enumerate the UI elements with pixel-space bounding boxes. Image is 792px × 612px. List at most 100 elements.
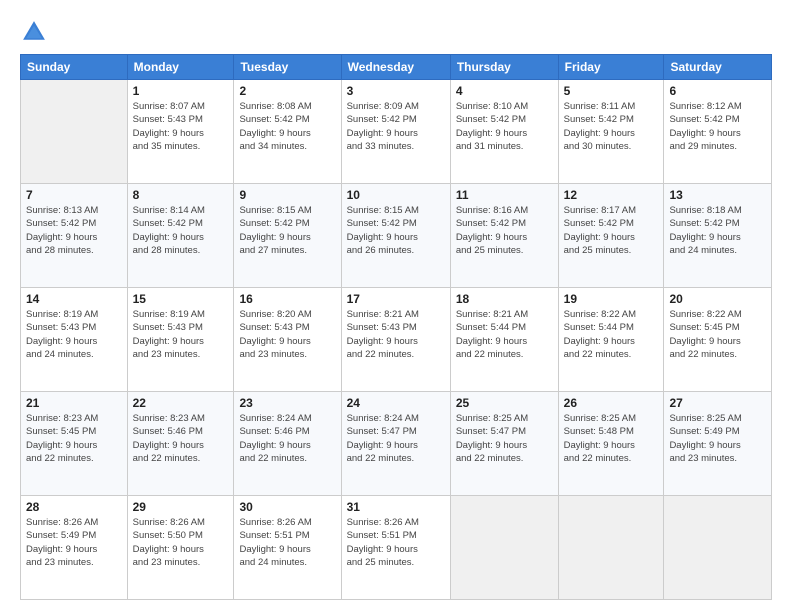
page: SundayMondayTuesdayWednesdayThursdayFrid… [0,0,792,612]
cell-info: Sunrise: 8:21 AM Sunset: 5:43 PM Dayligh… [347,308,445,361]
day-number: 15 [133,292,229,306]
calendar-cell: 29 Sunrise: 8:26 AM Sunset: 5:50 PM Dayli… [127,496,234,600]
calendar-cell [558,496,664,600]
calendar-week-row: 1Sunrise: 8:07 AM Sunset: 5:43 PM Daylig… [21,80,772,184]
cell-info: Sunrise: 8:25 AM Sunset: 5:48 PM Dayligh… [564,412,659,465]
day-number: 26 [564,396,659,410]
calendar-week-row: 21 Sunrise: 8:23 AM Sunset: 5:45 PM Dayli… [21,392,772,496]
calendar-cell: 9 Sunrise: 8:15 AM Sunset: 5:42 PM Daylig… [234,184,341,288]
day-number: 24 [347,396,445,410]
cell-info: Sunrise: 8:23 AM Sunset: 5:45 PM Dayligh… [26,412,122,465]
calendar-cell [664,496,772,600]
calendar-cell: 3 Sunrise: 8:09 AM Sunset: 5:42 PM Daylig… [341,80,450,184]
calendar-cell: 13 Sunrise: 8:18 AM Sunset: 5:42 PM Dayli… [664,184,772,288]
calendar-cell: 2 Sunrise: 8:08 AM Sunset: 5:42 PM Daylig… [234,80,341,184]
calendar-cell [450,496,558,600]
day-number: 25 [456,396,553,410]
calendar-cell: 11 Sunrise: 8:16 AM Sunset: 5:42 PM Dayli… [450,184,558,288]
day-number: 9 [239,188,335,202]
cell-info: Sunrise: 8:23 AM Sunset: 5:46 PM Dayligh… [133,412,229,465]
calendar-week-row: 14 Sunrise: 8:19 AM Sunset: 5:43 PM Dayli… [21,288,772,392]
cell-info: Sunrise: 8:26 AM Sunset: 5:51 PM Dayligh… [347,516,445,569]
cell-info: Sunrise: 8:22 AM Sunset: 5:45 PM Dayligh… [669,308,766,361]
day-number: 22 [133,396,229,410]
cell-info: Sunrise: 8:19 AM Sunset: 5:43 PM Dayligh… [26,308,122,361]
day-number: 3 [347,84,445,98]
cell-info: Sunrise: 8:26 AM Sunset: 5:49 PM Dayligh… [26,516,122,569]
cell-info: Sunrise: 8:13 AM Sunset: 5:42 PM Dayligh… [26,204,122,257]
calendar-cell: 12 Sunrise: 8:17 AM Sunset: 5:42 PM Dayli… [558,184,664,288]
calendar-cell: 25Sunrise: 8:25 AM Sunset: 5:47 PM Dayli… [450,392,558,496]
cell-info: Sunrise: 8:09 AM Sunset: 5:42 PM Dayligh… [347,100,445,153]
day-number: 30 [239,500,335,514]
day-number: 27 [669,396,766,410]
day-number: 18 [456,292,553,306]
day-number: 14 [26,292,122,306]
cell-info: Sunrise: 8:24 AM Sunset: 5:47 PM Dayligh… [347,412,445,465]
cell-info: Sunrise: 8:08 AM Sunset: 5:42 PM Dayligh… [239,100,335,153]
day-number: 2 [239,84,335,98]
calendar-cell: 4 Sunrise: 8:10 AM Sunset: 5:42 PM Daylig… [450,80,558,184]
calendar-cell: 14 Sunrise: 8:19 AM Sunset: 5:43 PM Dayli… [21,288,128,392]
calendar-cell: 26 Sunrise: 8:25 AM Sunset: 5:48 PM Dayli… [558,392,664,496]
day-number: 12 [564,188,659,202]
calendar-cell: 6 Sunrise: 8:12 AM Sunset: 5:42 PM Daylig… [664,80,772,184]
day-number: 11 [456,188,553,202]
calendar-cell: 10Sunrise: 8:15 AM Sunset: 5:42 PM Dayli… [341,184,450,288]
day-number: 8 [133,188,229,202]
calendar-cell: 7Sunrise: 8:13 AM Sunset: 5:42 PM Daylig… [21,184,128,288]
day-number: 21 [26,396,122,410]
weekday-header-thursday: Thursday [450,55,558,80]
calendar-cell: 20 Sunrise: 8:22 AM Sunset: 5:45 PM Dayli… [664,288,772,392]
cell-info: Sunrise: 8:16 AM Sunset: 5:42 PM Dayligh… [456,204,553,257]
day-number: 16 [239,292,335,306]
header [20,18,772,46]
cell-info: Sunrise: 8:24 AM Sunset: 5:46 PM Dayligh… [239,412,335,465]
cell-info: Sunrise: 8:15 AM Sunset: 5:42 PM Dayligh… [239,204,335,257]
day-number: 13 [669,188,766,202]
calendar-cell: 31 Sunrise: 8:26 AM Sunset: 5:51 PM Dayli… [341,496,450,600]
cell-info: Sunrise: 8:20 AM Sunset: 5:43 PM Dayligh… [239,308,335,361]
day-number: 6 [669,84,766,98]
day-number: 10 [347,188,445,202]
calendar-cell: 19Sunrise: 8:22 AM Sunset: 5:44 PM Dayli… [558,288,664,392]
calendar-cell: 23Sunrise: 8:24 AM Sunset: 5:46 PM Dayli… [234,392,341,496]
weekday-header-sunday: Sunday [21,55,128,80]
calendar-cell: 8Sunrise: 8:14 AM Sunset: 5:42 PM Daylig… [127,184,234,288]
cell-info: Sunrise: 8:22 AM Sunset: 5:44 PM Dayligh… [564,308,659,361]
calendar-week-row: 28 Sunrise: 8:26 AM Sunset: 5:49 PM Dayli… [21,496,772,600]
calendar-cell: 16 Sunrise: 8:20 AM Sunset: 5:43 PM Dayli… [234,288,341,392]
day-number: 20 [669,292,766,306]
day-number: 28 [26,500,122,514]
cell-info: Sunrise: 8:18 AM Sunset: 5:42 PM Dayligh… [669,204,766,257]
calendar-cell: 27 Sunrise: 8:25 AM Sunset: 5:49 PM Dayli… [664,392,772,496]
day-number: 5 [564,84,659,98]
calendar-cell: 17 Sunrise: 8:21 AM Sunset: 5:43 PM Dayli… [341,288,450,392]
cell-info: Sunrise: 8:26 AM Sunset: 5:51 PM Dayligh… [239,516,335,569]
day-number: 17 [347,292,445,306]
cell-info: Sunrise: 8:17 AM Sunset: 5:42 PM Dayligh… [564,204,659,257]
day-number: 4 [456,84,553,98]
day-number: 31 [347,500,445,514]
weekday-header-wednesday: Wednesday [341,55,450,80]
logo [20,18,52,46]
cell-info: Sunrise: 8:11 AM Sunset: 5:42 PM Dayligh… [564,100,659,153]
calendar-week-row: 7Sunrise: 8:13 AM Sunset: 5:42 PM Daylig… [21,184,772,288]
calendar-cell: 15Sunrise: 8:19 AM Sunset: 5:43 PM Dayli… [127,288,234,392]
calendar-cell: 5 Sunrise: 8:11 AM Sunset: 5:42 PM Daylig… [558,80,664,184]
calendar-table: SundayMondayTuesdayWednesdayThursdayFrid… [20,54,772,600]
calendar-cell: 1Sunrise: 8:07 AM Sunset: 5:43 PM Daylig… [127,80,234,184]
cell-info: Sunrise: 8:21 AM Sunset: 5:44 PM Dayligh… [456,308,553,361]
day-number: 29 [133,500,229,514]
cell-info: Sunrise: 8:26 AM Sunset: 5:50 PM Dayligh… [133,516,229,569]
calendar-cell [21,80,128,184]
cell-info: Sunrise: 8:10 AM Sunset: 5:42 PM Dayligh… [456,100,553,153]
calendar-cell: 28 Sunrise: 8:26 AM Sunset: 5:49 PM Dayli… [21,496,128,600]
weekday-header-saturday: Saturday [664,55,772,80]
weekday-header-row: SundayMondayTuesdayWednesdayThursdayFrid… [21,55,772,80]
cell-info: Sunrise: 8:12 AM Sunset: 5:42 PM Dayligh… [669,100,766,153]
calendar-cell: 30 Sunrise: 8:26 AM Sunset: 5:51 PM Dayli… [234,496,341,600]
logo-icon [20,18,48,46]
weekday-header-monday: Monday [127,55,234,80]
cell-info: Sunrise: 8:25 AM Sunset: 5:49 PM Dayligh… [669,412,766,465]
